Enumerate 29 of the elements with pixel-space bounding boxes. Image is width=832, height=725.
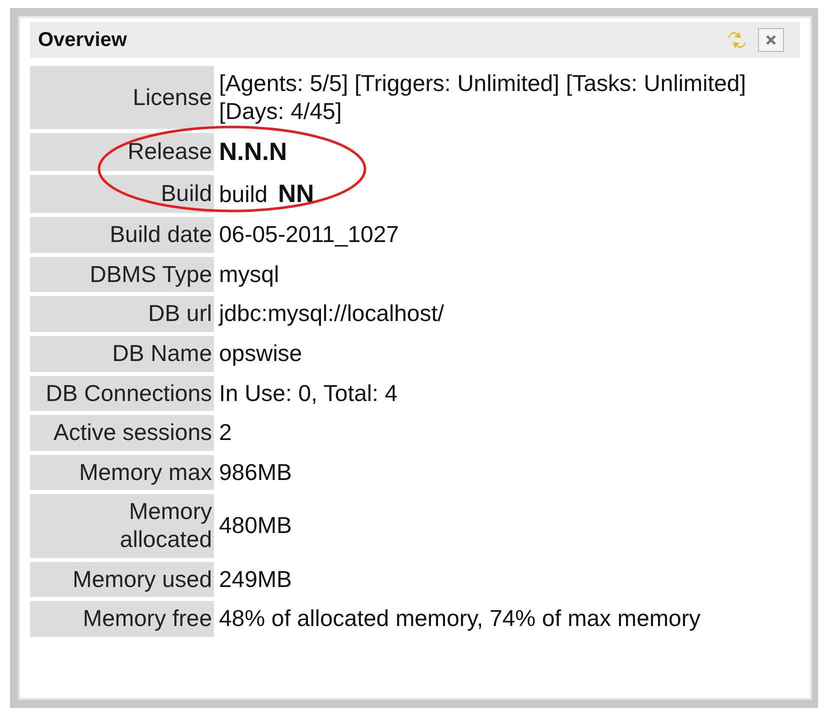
field-value: 249MB (219, 564, 293, 594)
field-label: Memory max (30, 454, 214, 490)
field-label: Active sessions (30, 415, 214, 451)
field-value: In Use: 0, Total: 4 (219, 378, 399, 408)
panel-title: Overview (38, 28, 127, 52)
close-icon (765, 34, 777, 46)
field-label: Memory used (30, 562, 214, 598)
field-value: mysql (219, 260, 280, 289)
field-value: build NN (219, 179, 316, 210)
field-label: Memory allocated (30, 494, 214, 558)
field-value: N.N.N (219, 137, 288, 168)
field-value: 2 (219, 418, 233, 448)
close-button[interactable] (758, 28, 784, 52)
field-label: DB Connections (30, 376, 214, 412)
field-label: Memory free (30, 601, 214, 637)
field-label: DB url (30, 296, 214, 332)
field-label: DB Name (30, 336, 214, 372)
field-value: [Agents: 5/5] [Triggers: Unlimited] [Tasks: Unlimited] [Days: 4/45] (219, 69, 748, 126)
field-label: License (30, 66, 214, 130)
field-label: Release (30, 133, 214, 172)
field-value: 480MB (219, 511, 293, 540)
field-value: 06-05-2011_1027 (219, 220, 400, 250)
field-label: Build date (30, 217, 214, 253)
field-value: jdbc:mysql://localhost/ (219, 299, 445, 328)
field-label: DBMS Type (30, 256, 214, 292)
field-label: Build (30, 175, 214, 214)
field-value: 986MB (219, 458, 293, 487)
field-value: opswise (219, 338, 304, 368)
field-value: 48% of allocated memory, 74% of max memory (219, 604, 702, 634)
